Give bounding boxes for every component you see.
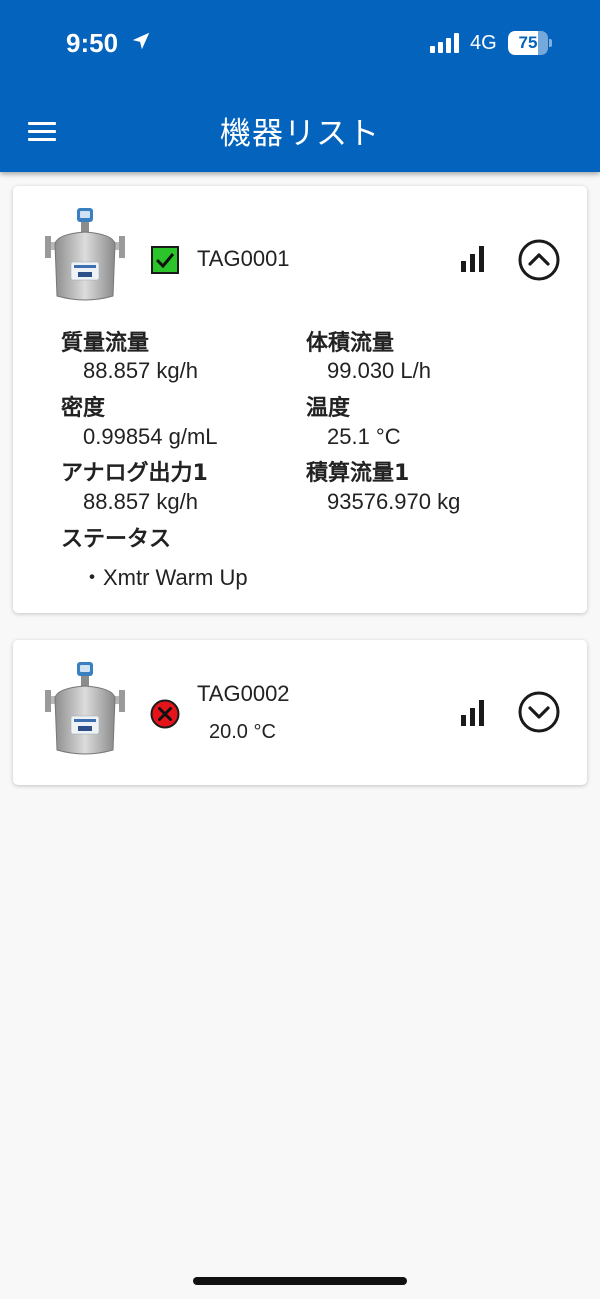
- flowmeter-image: [45, 208, 125, 301]
- battery-icon: 75: [508, 31, 552, 55]
- signal-strength-icon[interactable]: [459, 246, 487, 272]
- battery-level: 75: [518, 33, 538, 52]
- field-label-totalizer: 積算流量1: [306, 461, 410, 486]
- chevron-down-circle-icon: [518, 691, 560, 733]
- app-header: 9:50 4G 75 機器リスト: [0, 0, 600, 172]
- signal-strength-icon[interactable]: [459, 700, 487, 726]
- network-type: 4G: [470, 32, 497, 54]
- device-tag: TAG0002: [197, 681, 290, 706]
- field-label-mass-flow: 質量流量: [61, 331, 150, 356]
- field-value-density: 0.99854 g/mL: [83, 424, 218, 449]
- collapse-button[interactable]: [517, 238, 561, 282]
- field-label-volume-flow: 体積流量: [306, 331, 395, 356]
- field-value-temperature: 25.1 °C: [327, 424, 401, 449]
- status-section-label: ステータス: [61, 527, 172, 552]
- flowmeter-image: [45, 662, 125, 755]
- status-time: 9:50: [66, 28, 119, 58]
- error-x-icon: [150, 699, 180, 729]
- home-indicator[interactable]: [193, 1277, 407, 1285]
- field-label-analog-output: アナログ出力1: [61, 461, 208, 486]
- cellular-signal-icon: [430, 33, 459, 53]
- field-value-mass-flow: 88.857 kg/h: [83, 358, 198, 383]
- page-title: 機器リスト: [220, 116, 380, 152]
- field-value-volume-flow: 99.030 L/h: [327, 358, 431, 383]
- chevron-up-circle-icon: [518, 239, 560, 281]
- field-value-analog-output: 88.857 kg/h: [83, 489, 198, 514]
- status-bar: 9:50 4G 75: [0, 0, 600, 88]
- status-item: ・Xmtr Warm Up: [81, 565, 248, 590]
- location-arrow-icon: [132, 32, 150, 50]
- expand-button[interactable]: [517, 690, 561, 734]
- status-ok-indicator: [151, 246, 179, 274]
- device-card[interactable]: TAG0001 質量流量 88.857 kg/h 体積流量 99.030 L/h…: [13, 186, 587, 613]
- field-label-density: 密度: [61, 396, 106, 421]
- device-card[interactable]: TAG0002 20.0 °C: [13, 640, 587, 785]
- device-tag: TAG0001: [197, 246, 290, 271]
- check-icon: [155, 253, 175, 269]
- device-summary-value: 20.0 °C: [209, 721, 276, 743]
- field-label-temperature: 温度: [306, 396, 351, 421]
- field-value-totalizer: 93576.970 kg: [327, 489, 461, 514]
